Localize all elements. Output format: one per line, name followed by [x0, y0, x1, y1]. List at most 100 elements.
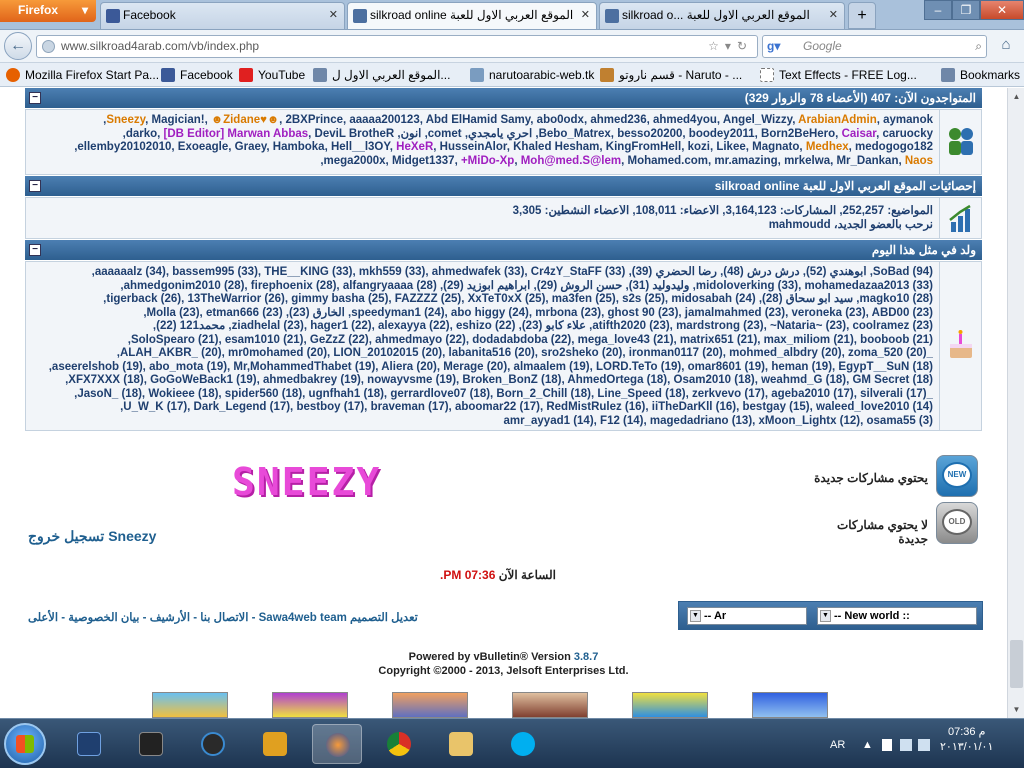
bookmark-youtube[interactable]: YouTube — [239, 67, 305, 83]
birthday-line[interactable]: SoBad (94), أبوهندي (52), درش درش (48), … — [32, 266, 933, 280]
newest-member-link[interactable]: mahmoudd — [769, 219, 831, 231]
birthday-line[interactable]: U_W_K (17), Dark_Legend (17), bestboy (1… — [32, 401, 933, 415]
footer-links[interactable]: تعديل التصميم Sawa4web team - الاتصال بن… — [28, 610, 418, 624]
minimize-button[interactable]: – — [924, 0, 952, 20]
tab-facebook[interactable]: Facebook ✕ — [100, 2, 345, 29]
birthday-line[interactable]: aseerelshob (19), abo_mota (19), Mr,Moha… — [32, 361, 933, 375]
taskbar-skype[interactable] — [498, 724, 548, 764]
birthday-line[interactable]: atifth2020 (23), mardstrong (23), ~Natar… — [32, 320, 933, 334]
search-input[interactable]: g▾ Google ⌕ — [762, 35, 987, 58]
back-button[interactable]: ← — [4, 32, 32, 60]
stats-header: إحصائيات الموقع العربي الاول للعبة silkr… — [25, 176, 982, 196]
search-icon[interactable]: ⌕ — [975, 36, 982, 57]
game-banner-sonic[interactable] — [752, 692, 828, 718]
volume-icon[interactable] — [918, 739, 930, 751]
taskbar-camera[interactable] — [188, 724, 238, 764]
collapse-icon[interactable]: − — [29, 244, 41, 256]
game-banner-spongebob[interactable] — [632, 692, 708, 718]
show-hidden-icons[interactable]: ▲ — [862, 739, 874, 751]
collapse-icon[interactable]: − — [29, 180, 41, 192]
cake-icon — [939, 262, 981, 430]
birthday-line[interactable]: magko10 (28), سيد ابو سحاق (28), tigerba… — [32, 293, 933, 307]
tab-silkroad-active[interactable]: silkroad online الموقع العربي الاول للعب… — [347, 2, 597, 29]
system-tray: AR ▲ 07:36 م ٢٠١٣/٠١/٠١ — [820, 719, 1024, 769]
page-scrollbar[interactable]: ▲ ▼ — [1007, 88, 1024, 718]
new-tab-button[interactable]: + — [848, 2, 876, 29]
scroll-up-icon[interactable]: ▲ — [1008, 88, 1024, 105]
globe-icon — [42, 40, 55, 53]
birthday-line[interactable]: speedyman1 (24), abo higgy (24), mrbona … — [32, 307, 933, 321]
page-icon — [760, 68, 774, 82]
taskbar-firefox[interactable] — [312, 724, 362, 764]
facebook-icon — [161, 68, 175, 82]
firefox-icon — [326, 733, 350, 757]
home-icon[interactable]: ⌂ — [994, 36, 1018, 58]
logout-link[interactable]: تسجيل خروج Sneezy — [28, 528, 156, 545]
close-icon[interactable]: ✕ — [329, 3, 338, 28]
scrollbar-thumb[interactable] — [1010, 640, 1023, 688]
close-icon[interactable]: ✕ — [581, 3, 590, 28]
stats-panel: المواضيع: 252,257, المشاركات: 3,164,123,… — [25, 197, 982, 239]
birthday-line[interactable]: XFX7XXX (18), GoGoWeBack1 (19), ahmedbak… — [32, 374, 933, 388]
language-indicator[interactable]: AR — [830, 739, 845, 751]
taskbar-fruityloops[interactable] — [250, 724, 300, 764]
url-bar[interactable]: www.silkroad4arab.com/vb/index.php ☆▾↻ — [36, 35, 758, 58]
bookmark-text-effects[interactable]: Text Effects - FREE Log... — [760, 67, 917, 83]
birthday-line[interactable]: midoloverking (33), mohamedazaa2013 (33)… — [32, 280, 933, 294]
clock[interactable]: 07:36 م ٢٠١٣/٠١/٠١ — [940, 725, 993, 755]
windows-logo-icon — [16, 735, 34, 753]
google-icon: g▾ — [767, 39, 781, 53]
birthday-line[interactable]: amr_ayyad1 (14), F12 (14), magedadriano … — [32, 415, 933, 429]
firefox-menu-button[interactable]: Firefox ▾ — [0, 0, 96, 22]
game-banner-hannah[interactable] — [512, 692, 588, 718]
style-select[interactable]: ▼ -- New world :: — [817, 607, 977, 625]
taskbar-media[interactable] — [126, 724, 176, 764]
firefox-icon — [6, 68, 20, 82]
game-banner-mario[interactable] — [152, 692, 228, 718]
birthdays-header: ولد في مثل هذا اليوم − — [25, 240, 982, 260]
action-center-flag-icon[interactable] — [882, 739, 892, 751]
tab-silkroad-2[interactable]: silkroad o... الموقع العربي الاول للعبة … — [599, 2, 845, 29]
taskbar-chrome[interactable] — [374, 724, 424, 764]
bookmark-silkroad[interactable]: الموقع العربي الاول ل... — [313, 67, 450, 83]
language-select[interactable]: ▼ -- Ar — [687, 607, 807, 625]
bookmark-mozilla[interactable]: Mozilla Firefox Start Pa... — [6, 67, 159, 83]
stats-chart-icon — [939, 198, 981, 238]
reload-icon[interactable]: ↻ — [737, 39, 753, 53]
online-users-line[interactable]: mega2000x, Midget1337, +MiDo-Xp, Moh@med… — [32, 155, 933, 169]
footer-selectors: ▼ -- New world :: ▼ -- Ar — [678, 601, 983, 630]
birthday-line[interactable]: _ALAH_AKBR_ (20), mr0mohamed (20), LION_… — [32, 347, 933, 361]
site-icon — [313, 68, 327, 82]
star-icon[interactable]: ☆ — [708, 39, 725, 53]
bookmark-facebook[interactable]: Facebook — [161, 67, 233, 83]
bookmarks-bar: Mozilla Firefox Start Pa... Facebook You… — [0, 63, 1024, 87]
close-window-button[interactable]: ✕ — [980, 0, 1024, 20]
bookmark-narutoarabic[interactable]: narutoarabic-web.tk — [470, 67, 594, 83]
dropdown-icon[interactable]: ▾ — [725, 39, 737, 53]
close-icon[interactable]: ✕ — [829, 3, 838, 28]
bookmark-naruto-section[interactable]: قسم ناروتو - Naruto - ... — [600, 67, 742, 83]
game-banner-family-guy[interactable] — [392, 692, 468, 718]
media-player-icon — [139, 732, 163, 756]
site-icon — [353, 9, 367, 23]
url-bar-tools: ☆▾↻ — [708, 36, 753, 57]
taskbar-explorer[interactable] — [436, 724, 486, 764]
chevron-down-icon: ▾ — [81, 3, 88, 17]
online-users-line[interactable]: Sneezy, Magician!, ☻Zidane♥☻, 2BXPrince,… — [32, 114, 933, 128]
birthday-line[interactable]: _JasoN_ (18), Wokieee (18), spider560 (1… — [32, 388, 933, 402]
bookmarks-menu[interactable]: Bookmarks — [940, 67, 1020, 83]
online-users-panel: Sneezy, Magician!, ☻Zidane♥☻, 2BXPrince,… — [25, 109, 982, 175]
start-button[interactable] — [4, 723, 46, 765]
online-users-line[interactable]: ellemby20102010, Exoeagle, Graey, Hambok… — [32, 141, 933, 155]
birthday-line[interactable]: SoloSpearo (21), esam1010 (21), GeZzZ (2… — [32, 334, 933, 348]
game-banner-simpsons[interactable] — [272, 692, 348, 718]
maximize-button[interactable]: ❐ — [952, 0, 980, 20]
online-users-list: Sneezy, Magician!, ☻Zidane♥☻, 2BXPrince,… — [32, 114, 933, 168]
users-icon — [939, 110, 981, 174]
new-posts-icon: NEW — [936, 455, 978, 497]
collapse-icon[interactable]: − — [29, 92, 41, 104]
online-users-line[interactable]: Bebo_Matrex, besso20200, boodey2011, Bor… — [32, 128, 933, 142]
taskbar-photoshop[interactable] — [64, 724, 114, 764]
network-icon[interactable] — [900, 739, 912, 751]
scroll-down-icon[interactable]: ▼ — [1008, 701, 1024, 718]
